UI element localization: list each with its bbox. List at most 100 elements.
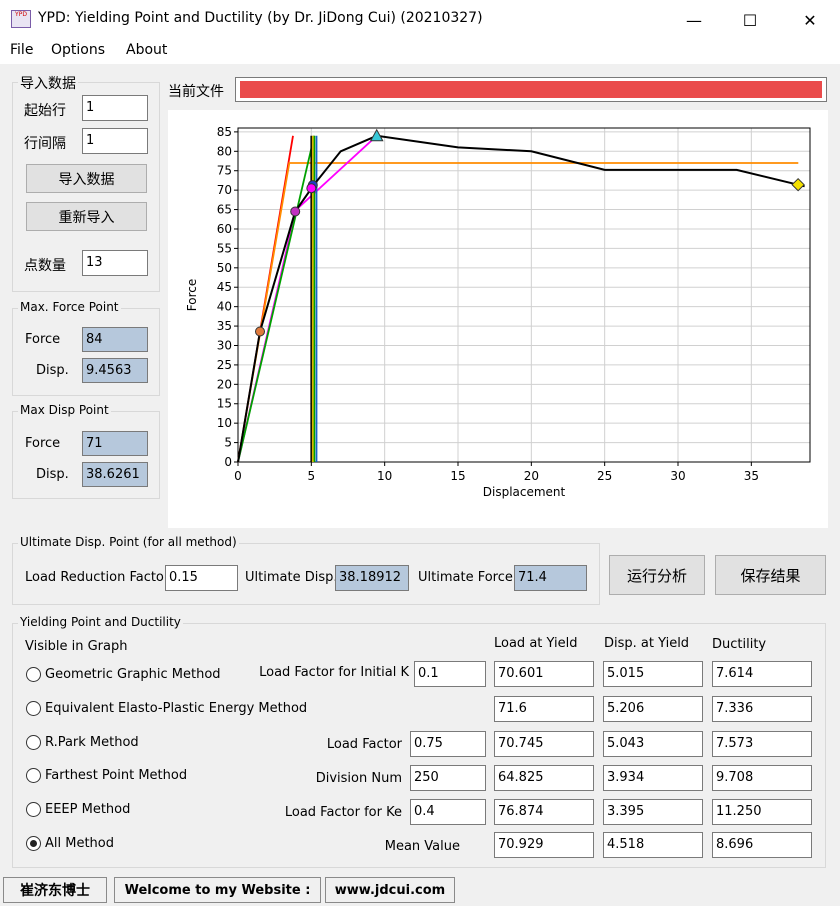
method-energy-label: Equivalent Elasto-Plastic Energy Method	[45, 701, 308, 716]
mean-value-label: Mean Value	[384, 839, 460, 854]
max-force-panel-title: Max. Force Point	[18, 300, 121, 314]
x-axis-label: Displacement	[483, 485, 566, 499]
max-disp-panel-title: Max Disp Point	[18, 403, 111, 417]
x-tick-label: 20	[524, 469, 539, 483]
y-tick-label: 80	[217, 144, 232, 158]
mean-disp: 4.518	[603, 832, 703, 858]
ultimate-disp-value: 38.18912	[335, 565, 409, 591]
ke-factor-input[interactable]: 0.4	[410, 799, 486, 825]
load-factor-label: Load Factor	[326, 737, 402, 752]
division-num-label: Division Num	[315, 771, 402, 786]
force-displacement-chart: 0 5 10 15 20 25 30 35 0 5 10 15 20 25 30 35 40 45 50 55 60 65…	[185, 125, 811, 499]
ultimate-force-label: Ultimate Force	[418, 570, 513, 585]
minimize-icon[interactable]: —	[666, 0, 722, 40]
current-file-label: 当前文件	[168, 84, 224, 100]
welcome-label: Welcome to my Website :	[114, 877, 321, 903]
row-interval-input[interactable]: 1	[82, 128, 148, 154]
y-tick-label: 60	[217, 222, 232, 236]
y-tick-label: 45	[217, 280, 232, 294]
max-force-force-value: 84	[82, 327, 148, 352]
max-disp-disp-label: Disp.	[36, 467, 69, 482]
radio-energy[interactable]	[26, 701, 41, 716]
radio-rpark[interactable]	[26, 735, 41, 750]
col-ductility: Ductility	[712, 637, 767, 652]
col-disp-at-yield: Disp. at Yield	[604, 636, 690, 651]
initial-k-factor-label: Load Factor for Initial K	[259, 665, 409, 680]
window-title: YPD: Yielding Point and Ductility (by Dr…	[38, 10, 483, 26]
app-icon: YPD	[11, 10, 31, 28]
farthest-disp: 3.934	[603, 765, 703, 791]
initial-k-factor-input[interactable]: 0.1	[414, 661, 486, 687]
start-row-label: 起始行	[24, 103, 66, 119]
mean-load: 70.929	[494, 832, 594, 858]
x-tick-label: 15	[450, 469, 465, 483]
max-disp-disp-value: 38.6261	[82, 462, 148, 487]
reduction-factor-input[interactable]: 0.15	[165, 565, 238, 591]
farthest-load: 64.825	[494, 765, 594, 791]
radio-farthest[interactable]	[26, 768, 41, 783]
save-results-button[interactable]: 保存结果	[715, 555, 826, 595]
x-tick-label: 25	[597, 469, 612, 483]
y-tick-label: 35	[217, 319, 232, 333]
x-tick-label: 35	[744, 469, 759, 483]
import-data-button[interactable]: 导入数据	[26, 164, 147, 193]
close-icon[interactable]: ✕	[782, 0, 838, 40]
max-force-disp-value: 9.4563	[82, 358, 148, 383]
load-factor-input[interactable]: 0.75	[410, 731, 486, 757]
y-tick-label: 10	[217, 416, 232, 430]
row-interval-label: 行间隔	[24, 136, 66, 152]
point-count-label: 点数量	[24, 258, 66, 274]
start-row-input[interactable]: 1	[82, 95, 148, 121]
run-analysis-button[interactable]: 运行分析	[609, 555, 705, 595]
ultimate-force-value: 71.4	[514, 565, 587, 591]
geometric-ductility: 7.614	[712, 661, 812, 687]
import-panel-title: 导入数据	[18, 73, 78, 93]
method-all-label: All Method	[45, 836, 115, 851]
y-axis-label: Force	[185, 279, 199, 311]
x-tick-label: 0	[234, 469, 242, 483]
max-disp-force-label: Force	[25, 436, 61, 451]
energy-disp: 5.206	[603, 696, 703, 722]
x-tick-label: 10	[377, 469, 392, 483]
author-button[interactable]: 崔济东博士	[3, 877, 107, 903]
radio-eeep[interactable]	[26, 802, 41, 817]
max-disp-force-value: 71	[82, 431, 148, 456]
mean-ductility: 8.696	[712, 832, 812, 858]
radio-all[interactable]	[26, 836, 41, 851]
rpark-load: 70.745	[494, 731, 594, 757]
y-tick-label: 65	[217, 203, 232, 217]
eeep-load: 76.874	[494, 799, 594, 825]
menu-options[interactable]: Options	[51, 42, 105, 58]
y-tick-label: 15	[217, 397, 232, 411]
method-rpark-label: R.Park Method	[45, 735, 139, 750]
menu-about[interactable]: About	[126, 42, 167, 58]
y-tick-label: 75	[217, 164, 232, 178]
method-eeep-label: EEEP Method	[45, 802, 131, 817]
marker-point-1	[290, 206, 301, 217]
division-num-input[interactable]: 250	[410, 765, 486, 791]
y-tick-label: 25	[217, 358, 232, 372]
y-tick-label: 85	[217, 125, 232, 139]
radio-geometric[interactable]	[26, 667, 41, 682]
x-tick-label: 5	[308, 469, 316, 483]
geometric-disp: 5.015	[603, 661, 703, 687]
y-tick-label: 40	[217, 300, 232, 314]
eeep-ductility: 11.250	[712, 799, 812, 825]
y-tick-label: 30	[217, 338, 232, 352]
point-count-input[interactable]: 13	[82, 250, 148, 276]
reimport-button[interactable]: 重新导入	[26, 202, 147, 231]
energy-load: 71.6	[494, 696, 594, 722]
visible-in-graph-label: Visible in Graph	[25, 639, 128, 654]
max-force-disp-label: Disp.	[36, 363, 69, 378]
maximize-icon[interactable]: ☐	[722, 0, 778, 40]
chart-area: 0 5 10 15 20 25 30 35 0 5 10 15 20 25 30 35 40 45 50 55 60 65…	[168, 110, 828, 528]
menu-file[interactable]: File	[10, 42, 33, 58]
plot-background	[238, 128, 810, 462]
y-tick-label: 50	[217, 261, 232, 275]
website-link[interactable]: www.jdcui.com	[325, 877, 455, 903]
geometric-load: 70.601	[494, 661, 594, 687]
max-force-force-label: Force	[25, 332, 61, 347]
ultimate-disp-label: Ultimate Disp.	[245, 570, 338, 585]
marker-point-0	[255, 326, 265, 337]
method-geometric-label: Geometric Graphic Method	[45, 667, 221, 682]
